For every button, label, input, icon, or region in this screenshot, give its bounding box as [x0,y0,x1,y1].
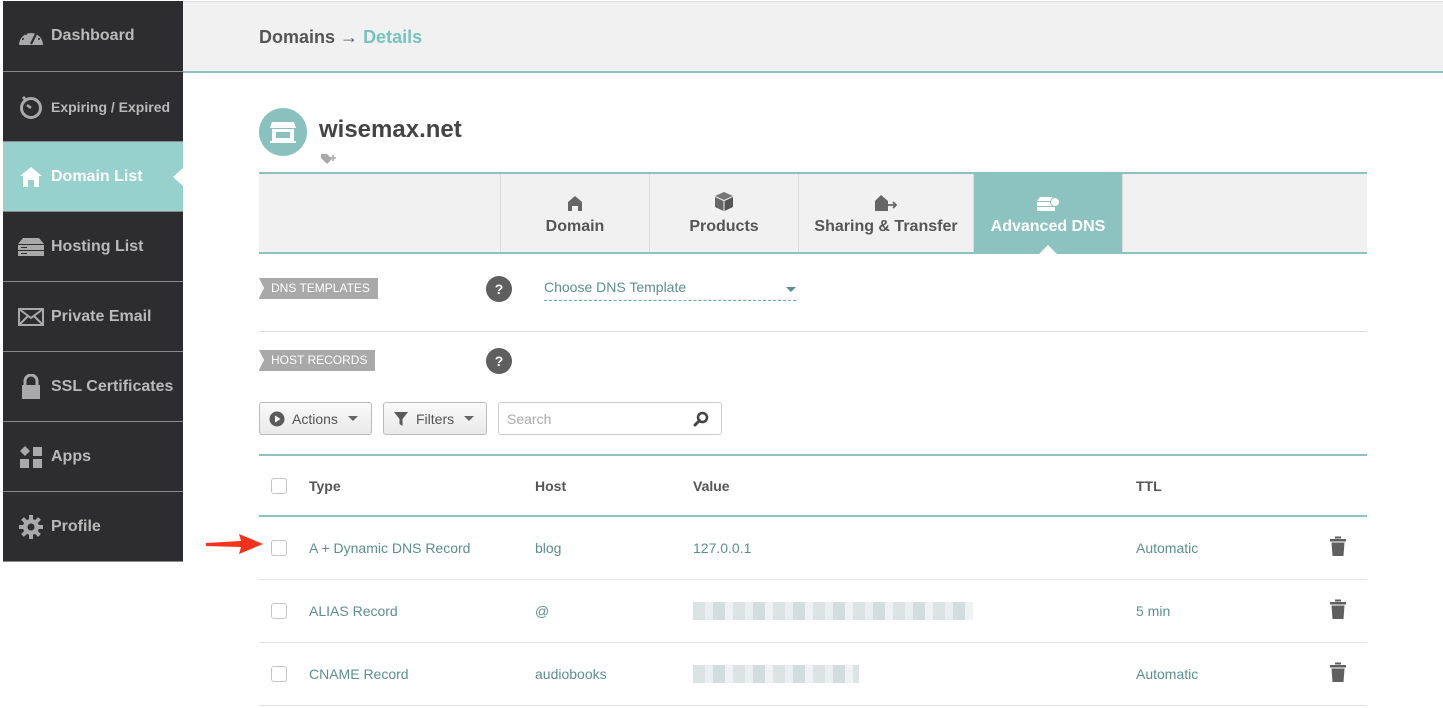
trash-icon[interactable] [1330,536,1346,560]
filter-icon [393,411,409,427]
tab-domain[interactable]: Domain [501,174,650,252]
play-circle-icon [269,411,285,427]
record-type[interactable]: CNAME Record [309,666,409,682]
sidebar-item-label: SSL Certificates [51,377,174,395]
breadcrumb-separator: → [340,27,359,47]
storefront-icon [259,108,307,156]
domain-name: wisemax.net [319,116,462,143]
gear-icon [17,514,45,539]
dns-template-select[interactable]: Choose DNS Template [544,279,796,301]
actions-label: Actions [292,410,338,427]
sidebar-item-ssl-certificates[interactable]: SSL Certificates [3,352,183,422]
sidebar-item-label: Private Email [51,307,152,325]
sidebar: Dashboard Expiring / Expired Domain List… [3,1,183,562]
tab-advanced-dns[interactable]: Advanced DNS [974,174,1123,254]
breadcrumb-current: Details [363,27,423,47]
record-type[interactable]: A + Dynamic DNS Record [309,540,470,556]
annotation-arrow-icon [205,533,265,560]
table-row[interactable]: A + Dynamic DNS Record blog 127.0.0.1 Au… [259,517,1367,580]
row-checkbox[interactable] [271,666,287,682]
host-records-table: Type Host Value TTL A + Dynamic DNS Reco… [259,454,1367,706]
dns-templates-label: DNS TEMPLATES [259,278,378,299]
home-icon [17,165,45,189]
select-all-checkbox[interactable] [271,477,287,494]
breadcrumb: Domains → Details [259,27,422,48]
dns-template-select-value: Choose DNS Template [544,279,687,295]
trash-icon[interactable] [1330,599,1346,623]
sidebar-item-dashboard[interactable]: Dashboard [3,1,183,72]
sidebar-item-label: Dashboard [51,27,135,44]
search-icon[interactable] [693,411,709,432]
sidebar-item-expiring[interactable]: Expiring / Expired [3,72,183,142]
tab-label: Sharing & Transfer [814,218,958,235]
column-header-host[interactable]: Host [535,478,566,494]
record-ttl[interactable]: Automatic [1136,666,1198,682]
apps-grid-icon [17,445,45,469]
record-value-obscured[interactable] [693,602,973,620]
record-value[interactable]: 127.0.0.1 [693,540,751,556]
column-header-value[interactable]: Value [693,478,730,494]
sidebar-item-label: Profile [51,517,101,535]
tab-label: Products [689,218,759,235]
section-divider [259,331,1367,332]
host-records-label: HOST RECORDS [259,350,376,371]
sidebar-item-label: Domain List [51,167,143,185]
page: Dashboard Expiring / Expired Domain List… [0,0,1443,708]
column-header-type[interactable]: Type [309,478,341,494]
speedometer-icon [17,24,45,48]
breadcrumb-parent-link[interactable]: Domains [259,27,335,47]
tab-label: Advanced DNS [990,218,1106,235]
lock-icon [17,373,45,399]
trash-icon[interactable] [1330,662,1346,686]
chevron-down-icon [464,416,475,421]
actions-button[interactable]: Actions [259,402,372,435]
filters-button[interactable]: Filters [383,402,487,435]
filters-label: Filters [416,410,455,427]
sidebar-item-apps[interactable]: Apps [3,422,183,492]
dns-server-icon [1036,190,1060,212]
tab-products[interactable]: Products [650,174,799,252]
record-value-obscured[interactable] [693,665,859,683]
dns-templates-help-button[interactable]: ? [486,276,512,302]
search-input[interactable] [499,403,679,434]
record-ttl[interactable]: Automatic [1136,540,1198,556]
envelope-icon [17,305,45,329]
home-icon [567,190,583,212]
table-row[interactable]: ALIAS Record @ 5 min [259,580,1367,643]
stopwatch-icon [17,95,45,119]
record-host[interactable]: @ [535,603,549,619]
row-checkbox[interactable] [271,540,287,556]
sidebar-item-label: Hosting List [51,237,144,255]
table-row[interactable]: CNAME Record audiobooks Automatic [259,643,1367,706]
top-bar: Domains → Details [183,1,1443,73]
chevron-down-icon [786,287,796,292]
column-header-ttl[interactable]: TTL [1136,478,1162,494]
domain-tabs: Domain Products Sharing & Transfer Advan… [259,172,1367,254]
record-ttl[interactable]: 5 min [1136,603,1170,619]
table-header-row: Type Host Value TTL [259,456,1367,517]
sidebar-item-label: Expiring / Expired [51,98,171,115]
server-icon [17,235,45,259]
sidebar-item-private-email[interactable]: Private Email [3,282,183,352]
host-records-help-button[interactable]: ? [486,348,512,374]
tab-sharing-transfer[interactable]: Sharing & Transfer [799,174,974,252]
search-box [498,402,722,435]
record-type[interactable]: ALIAS Record [309,603,398,619]
sidebar-item-hosting-list[interactable]: Hosting List [3,212,183,282]
share-home-icon [874,190,898,212]
record-host[interactable]: blog [535,540,561,556]
record-host[interactable]: audiobooks [535,666,607,682]
sidebar-item-domain-list[interactable]: Domain List [3,142,183,212]
sidebar-item-label: Apps [51,447,91,465]
box-icon [714,190,734,212]
chevron-down-icon [347,416,358,421]
tab-label: Domain [545,218,605,235]
add-tag-icon[interactable] [320,152,338,170]
sidebar-item-profile[interactable]: Profile [3,492,183,562]
row-checkbox[interactable] [271,603,287,619]
